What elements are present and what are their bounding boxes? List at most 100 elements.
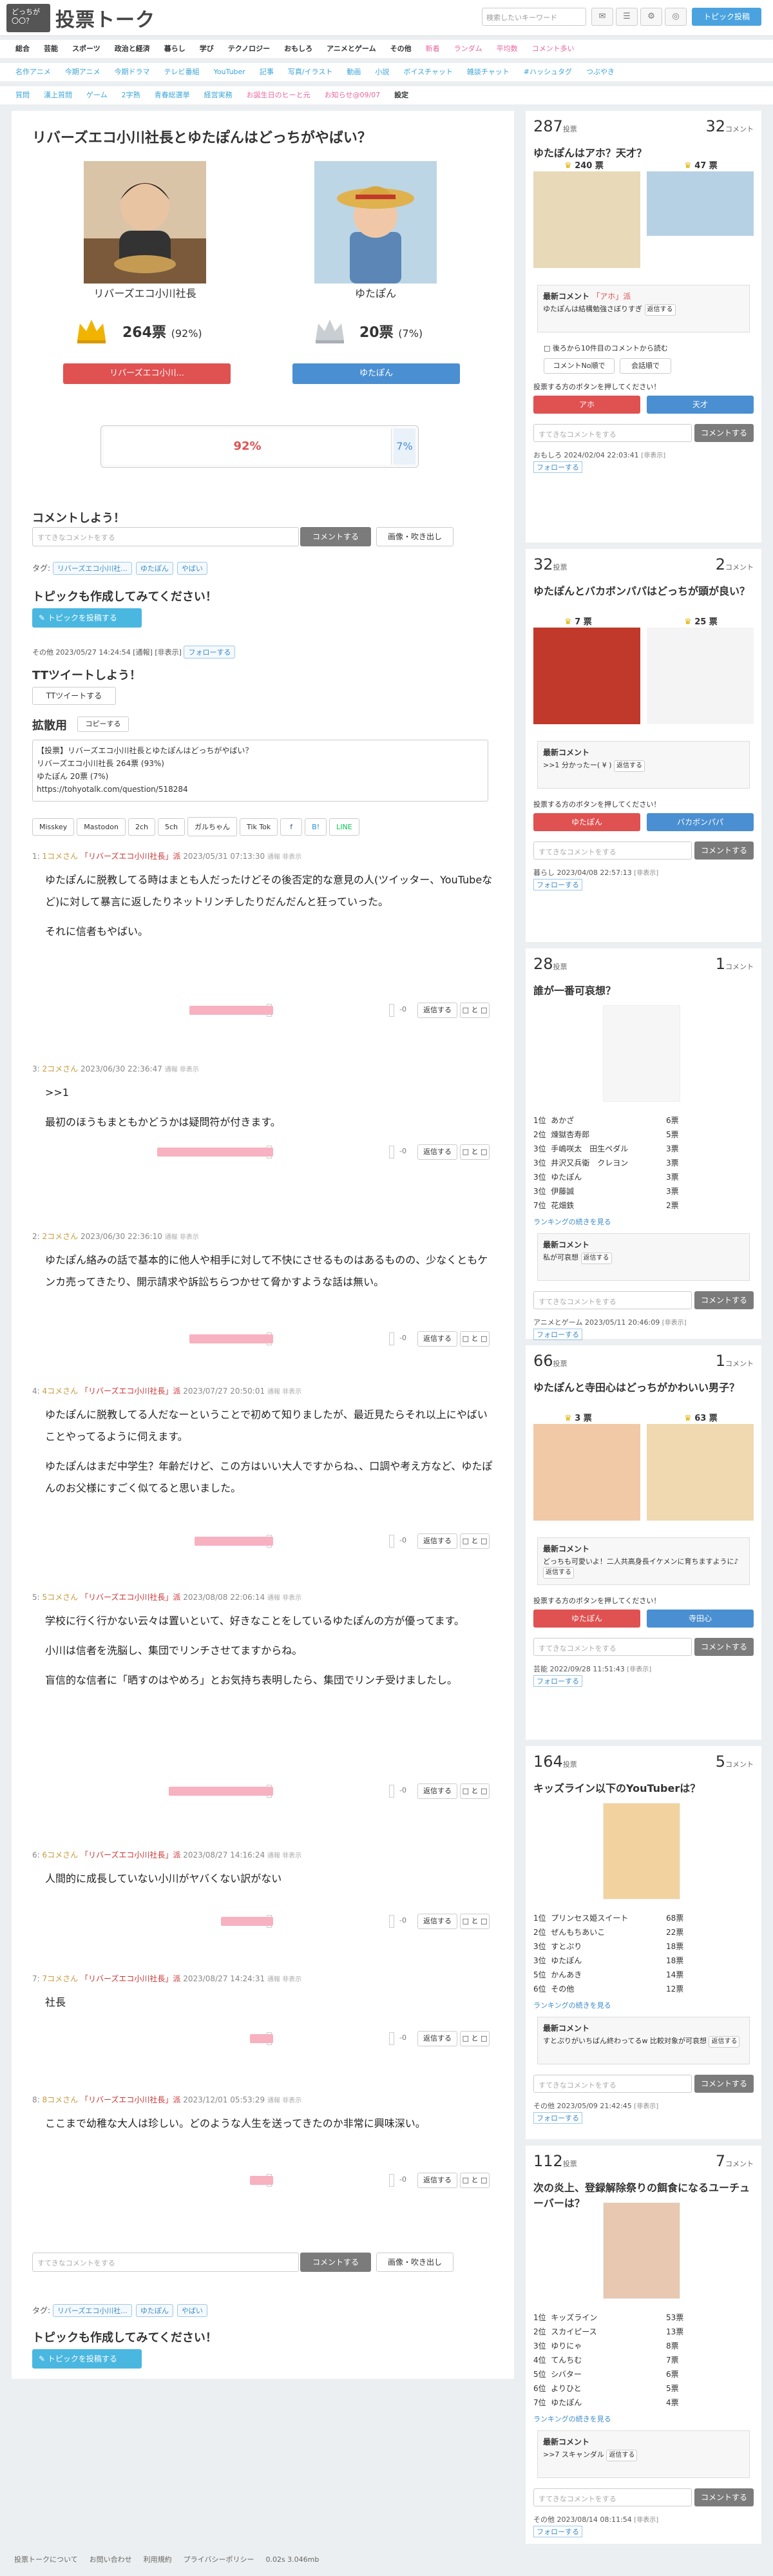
card-comment-button[interactable]: コメントする — [694, 1638, 754, 1656]
comment-author[interactable]: 2コメさん — [43, 1232, 79, 1241]
nav-item[interactable]: 2字熟 — [122, 86, 140, 104]
nav-item[interactable]: スポーツ — [72, 40, 100, 58]
card-option-a-image[interactable] — [533, 1424, 640, 1521]
downvote-icon[interactable] — [389, 1915, 394, 1928]
nav-item[interactable]: 記事 — [260, 63, 274, 81]
share-mastodon[interactable]: Mastodon — [77, 818, 126, 836]
comment-report-links[interactable]: 通報 非表示 — [267, 2097, 301, 2104]
sort-by-thread-button[interactable]: 会話順で — [620, 358, 671, 374]
nav-item[interactable]: 青春総選挙 — [155, 86, 190, 104]
card-title[interactable]: 誰が一番可哀想？ — [533, 983, 752, 999]
share-2ch[interactable]: 2ch — [128, 818, 155, 836]
reply-button[interactable]: 返信する — [543, 1567, 574, 1579]
tag[interactable]: ゆたぽん — [135, 2304, 173, 2317]
nav-item[interactable]: 学び — [200, 40, 214, 58]
downvote-icon[interactable] — [389, 1146, 394, 1158]
card-comment-input[interactable]: すてきなコメントをする — [533, 2488, 692, 2506]
comment-report-links[interactable]: 通報 非表示 — [165, 1234, 199, 1241]
reply-button[interactable]: 返信する — [417, 1144, 457, 1160]
nav-item[interactable]: お誕生日のヒーと元 — [247, 86, 310, 104]
comment-report-links[interactable]: 通報 非表示 — [267, 854, 301, 861]
ranking-more-link[interactable]: ランキングの続きを見る — [533, 2414, 611, 2424]
submit-comment-button[interactable]: コメントする — [300, 527, 371, 546]
bottom-image-balloon-button[interactable]: 画像・吹き出し — [376, 2253, 453, 2272]
create-topic-button[interactable]: ✎ トピックを投稿する — [32, 608, 142, 628]
footer-link-contact[interactable]: お問い合わせ — [90, 2555, 132, 2564]
nav-item[interactable]: アニメとゲーム — [327, 40, 376, 58]
reply-button[interactable]: 返信する — [417, 1331, 457, 1347]
card-image[interactable] — [603, 1803, 680, 1899]
nav-item[interactable]: ボイスチャット — [403, 63, 453, 81]
card-follow-button[interactable]: フォローする — [533, 879, 582, 890]
comment-report-links[interactable]: 通報 非表示 — [267, 1852, 301, 1860]
card-title[interactable]: ゆたぽんと寺田心はどっちがかわいい男子？ — [533, 1380, 752, 1396]
tag[interactable]: リバーズエコ小川社... — [52, 2304, 132, 2317]
nav-item[interactable]: 小説 — [375, 63, 389, 81]
card-comment-button[interactable]: コメントする — [694, 841, 754, 860]
nav-item[interactable]: 今期ドラマ — [115, 63, 150, 81]
comment-author[interactable]: 5コメさん — [43, 1593, 79, 1602]
sort-by-number-button[interactable]: コメントNo順で — [544, 358, 615, 374]
nav-item[interactable]: テレビ番組 — [164, 63, 200, 81]
nav-item[interactable]: ゲーム — [86, 86, 108, 104]
nav-item[interactable]: 経営実務 — [204, 86, 233, 104]
nav-item[interactable]: ランダム — [454, 40, 482, 58]
copy-button[interactable]: コピーする — [77, 716, 129, 732]
card-comment-input[interactable]: すてきなコメントをする — [533, 1291, 692, 1309]
share-garuchan[interactable]: ガルちゃん — [187, 817, 238, 836]
card-vote-a-button[interactable]: ゆたぽん — [533, 813, 640, 831]
comment-author[interactable]: 1コメさん — [43, 852, 79, 861]
downvote-count[interactable]: -0 — [399, 1916, 406, 1925]
comment-author[interactable]: 6コメさん — [43, 1850, 79, 1860]
bottom-create-topic-button[interactable]: ✎ トピックを投稿する — [32, 2349, 142, 2369]
search-input[interactable]: 検索したいキーワード — [482, 8, 586, 26]
nav-item[interactable]: 写真/イラスト — [288, 63, 333, 81]
vote-option-a-button[interactable]: リバーズエコ小川... — [63, 363, 231, 384]
bottom-submit-comment-button[interactable]: コメントする — [300, 2253, 371, 2272]
card-comment-input[interactable]: すてきなコメントをする — [533, 424, 692, 442]
comment-report-links[interactable]: 通報 非表示 — [267, 1976, 301, 1983]
nav-item[interactable]: おもしろ — [284, 40, 312, 58]
nav-item[interactable]: 新着 — [426, 40, 440, 58]
nav-item[interactable]: 総合 — [15, 40, 30, 58]
reply-button[interactable]: 返信する — [417, 2173, 457, 2188]
comment-more-button[interactable]: □ と □ — [460, 1144, 490, 1160]
nav-item[interactable]: #ハッシュタグ — [524, 63, 572, 81]
bottom-comment-input[interactable]: すてきなコメントをする — [32, 2253, 299, 2272]
ranking-more-link[interactable]: ランキングの続きを見る — [533, 2000, 611, 2010]
card-follow-button[interactable]: フォローする — [533, 2112, 582, 2124]
comment-report-links[interactable]: 通報 非表示 — [267, 1389, 301, 1396]
reply-button[interactable]: 返信する — [614, 760, 645, 772]
card-title[interactable]: ゆたぽんとバカボンパパはどっちが頭が良い？ — [533, 584, 752, 599]
downvote-icon[interactable] — [389, 1332, 394, 1345]
comment-more-button[interactable]: □ と □ — [460, 1914, 490, 1929]
card-option-b-image[interactable] — [647, 1424, 754, 1521]
card-image[interactable] — [603, 1005, 680, 1102]
nav-item[interactable]: コメント多い — [532, 40, 575, 58]
card-option-b-image[interactable] — [647, 171, 754, 236]
footer-link-terms[interactable]: 利用規約 — [144, 2555, 172, 2564]
comment-more-button[interactable]: □ と □ — [460, 2031, 490, 2046]
card-comment-input[interactable]: すてきなコメントをする — [533, 2075, 692, 2093]
vote-option-b-button[interactable]: ゆたぽん — [292, 363, 460, 384]
tag[interactable]: リバーズエコ小川社... — [52, 562, 132, 575]
downvote-icon[interactable] — [389, 1535, 394, 1548]
nav-item[interactable]: 芸能 — [44, 40, 58, 58]
logo-badge[interactable]: どっちが 〇〇？ — [6, 4, 50, 32]
comment-author[interactable]: 2コメさん — [43, 1064, 79, 1073]
user-icon[interactable]: ◎ — [665, 8, 687, 26]
nav-item[interactable]: テクノロジー — [228, 40, 270, 58]
nav-item[interactable]: 質問 — [15, 86, 30, 104]
tweet-button[interactable]: TTツイートする — [32, 687, 116, 705]
downvote-icon[interactable] — [389, 1785, 394, 1798]
post-topic-button[interactable]: トピック投稿 — [692, 8, 761, 26]
reply-button[interactable]: 返信する — [417, 1914, 457, 1929]
nav-item[interactable]: 動画 — [347, 63, 361, 81]
nav-item[interactable]: 雑談チャット — [467, 63, 510, 81]
share-hatena[interactable]: B! — [305, 818, 327, 836]
downvote-icon[interactable] — [389, 2174, 394, 2187]
comment-input[interactable]: すてきなコメントをする — [32, 527, 299, 546]
downvote-count[interactable]: -0 — [399, 1005, 406, 1014]
footer-link-about[interactable]: 投票トークについて — [14, 2555, 78, 2564]
comment-report-links[interactable]: 通報 非表示 — [267, 1595, 301, 1602]
